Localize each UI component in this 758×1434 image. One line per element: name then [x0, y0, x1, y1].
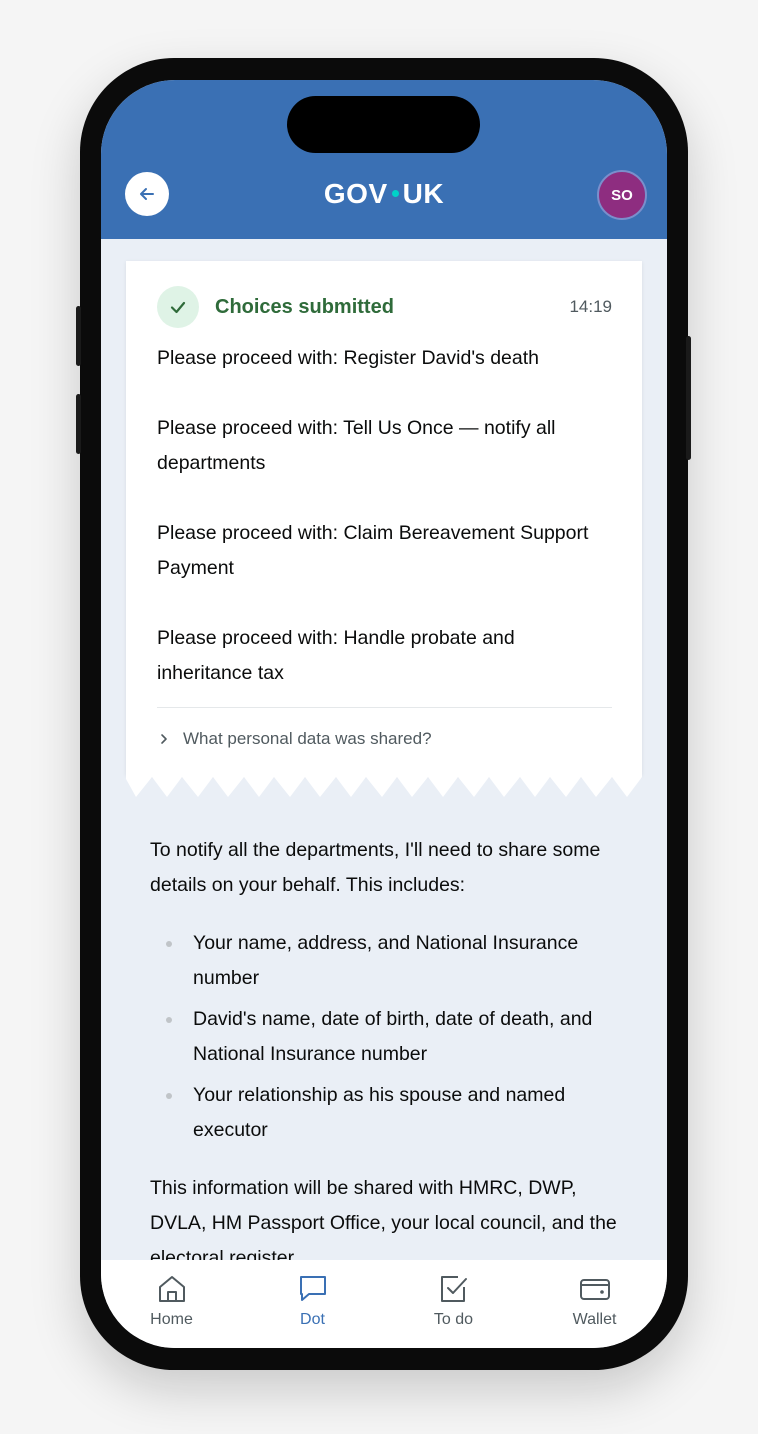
chevron-right-icon: [161, 734, 167, 744]
assistant-message: To notify all the departments, I'll need…: [150, 833, 625, 1260]
list-item: David's name, date of birth, date of dea…: [150, 1002, 625, 1072]
proceed-item: Please proceed with: Tell Us Once — noti…: [157, 417, 556, 474]
proceed-list: Please proceed with: Register David's de…: [157, 341, 612, 726]
receipt-torn-edge: [126, 775, 642, 797]
mute-switch: [76, 306, 81, 366]
card-title: Choices submitted: [215, 296, 394, 318]
phone-screen: GOV UK SO Choices submitted 14:19 Please …: [101, 80, 667, 1348]
gov-uk-logo: GOV UK: [101, 176, 667, 212]
choices-card: Choices submitted 14:19 Please proceed w…: [126, 261, 642, 775]
wallet-icon: [579, 1279, 610, 1300]
check-badge: [157, 286, 199, 328]
proceed-item: Please proceed with: Handle probate and …: [157, 627, 515, 684]
tab-home[interactable]: Home: [101, 1260, 242, 1348]
list-item-text: Your relationship as his spouse and name…: [193, 1084, 566, 1141]
tab-label: Wallet: [572, 1311, 617, 1328]
tab-label: Home: [150, 1311, 193, 1328]
message-outro: This information will be shared with HMR…: [150, 1177, 617, 1260]
shared-details-list: Your name, address, and National Insuran…: [150, 926, 625, 1148]
tab-label: Dot: [300, 1311, 325, 1328]
bullet-icon: [166, 1017, 172, 1023]
card-divider: [157, 707, 612, 708]
logo-text-left: GOV: [323, 178, 388, 209]
power-button: [686, 336, 691, 460]
list-item: Your name, address, and National Insuran…: [150, 926, 625, 996]
proceed-item: Please proceed with: Claim Bereavement S…: [157, 522, 589, 579]
checkmark-icon: [170, 301, 186, 314]
tab-to-do[interactable]: To do: [383, 1260, 524, 1348]
dynamic-island: [287, 96, 480, 153]
avatar[interactable]: SO: [597, 170, 647, 220]
disclosure-label: What personal data was shared?: [183, 729, 432, 748]
logo-dot: [391, 189, 399, 197]
tab-wallet[interactable]: Wallet: [524, 1260, 665, 1348]
bullet-icon: [166, 941, 172, 947]
tab-label: To do: [433, 1311, 474, 1328]
message-intro: To notify all the departments, I'll need…: [150, 839, 601, 896]
chat-content[interactable]: Choices submitted 14:19 Please proceed w…: [101, 239, 667, 1260]
volume-up-button: [76, 394, 81, 454]
personal-data-disclosure[interactable]: What personal data was shared?: [157, 727, 612, 751]
card-header: Choices submitted 14:19: [157, 286, 612, 328]
list-item-text: David's name, date of birth, date of dea…: [193, 1008, 593, 1065]
bullet-icon: [166, 1093, 172, 1099]
checkbox-icon: [440, 1276, 467, 1302]
tab-dot[interactable]: Dot: [242, 1260, 383, 1348]
chat-bubble-icon: [299, 1276, 326, 1301]
list-item: Your relationship as his spouse and name…: [150, 1078, 625, 1148]
list-item-text: Your name, address, and National Insuran…: [193, 932, 579, 989]
proceed-item: Please proceed with: Register David's de…: [157, 347, 540, 369]
card-timestamp: 14:19: [569, 297, 612, 316]
app-header: GOV UK SO: [101, 80, 667, 239]
logo-text-right: UK: [402, 178, 445, 209]
home-icon: [158, 1276, 185, 1302]
bottom-tab-bar: Home Dot To do Wallet: [101, 1260, 667, 1348]
